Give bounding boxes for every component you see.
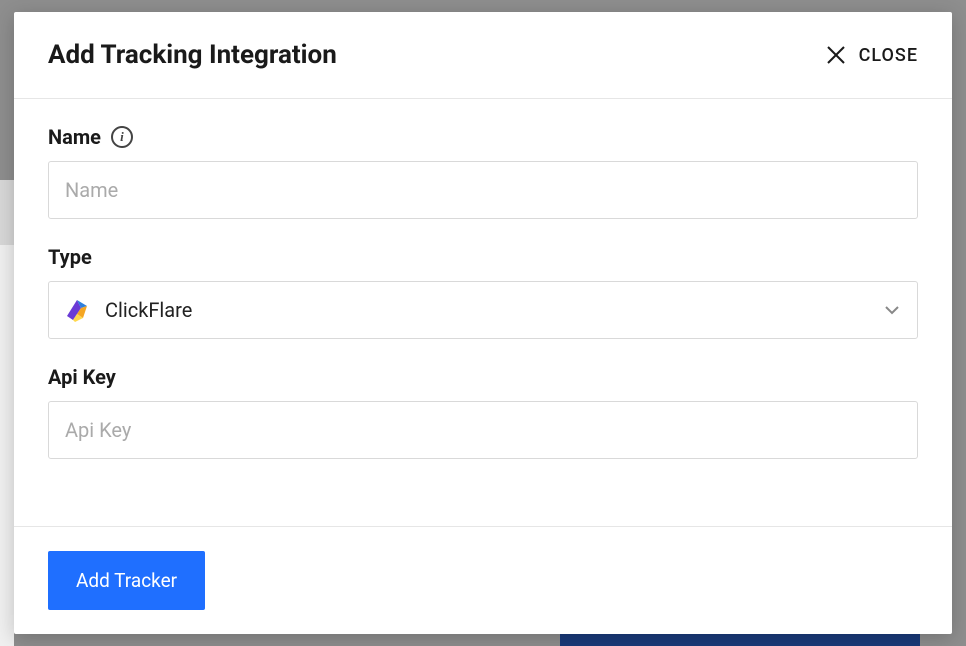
field-label-row: Api Key [48,365,918,389]
info-icon[interactable]: i [111,126,133,148]
name-input[interactable] [48,161,918,219]
modal-footer: Add Tracker [14,526,952,634]
close-label: CLOSE [859,45,918,66]
type-select[interactable]: ClickFlare [48,281,918,339]
field-name: Name i [48,125,918,219]
chevron-down-icon [884,302,900,318]
clickflare-logo-icon [63,296,91,324]
type-select-wrap: ClickFlare [48,281,918,339]
close-icon [827,46,845,64]
modal-header: Add Tracking Integration CLOSE [14,12,952,99]
field-type: Type ClickFlare [48,245,918,339]
modal-body: Name i Type ClickFlare [14,99,952,526]
close-button[interactable]: CLOSE [827,45,918,66]
add-tracking-integration-modal: Add Tracking Integration CLOSE Name i Ty… [14,12,952,634]
field-label-row: Type [48,245,918,269]
api-key-label: Api Key [48,365,116,389]
field-api-key: Api Key [48,365,918,459]
api-key-input[interactable] [48,401,918,459]
field-label-row: Name i [48,125,918,149]
backdrop-strip-lower [0,245,14,646]
type-label: Type [48,245,92,269]
modal-title: Add Tracking Integration [48,40,337,70]
name-label: Name [48,125,101,149]
add-tracker-button[interactable]: Add Tracker [48,551,205,610]
backdrop-strip [0,180,14,245]
type-selected-value: ClickFlare [105,298,192,322]
